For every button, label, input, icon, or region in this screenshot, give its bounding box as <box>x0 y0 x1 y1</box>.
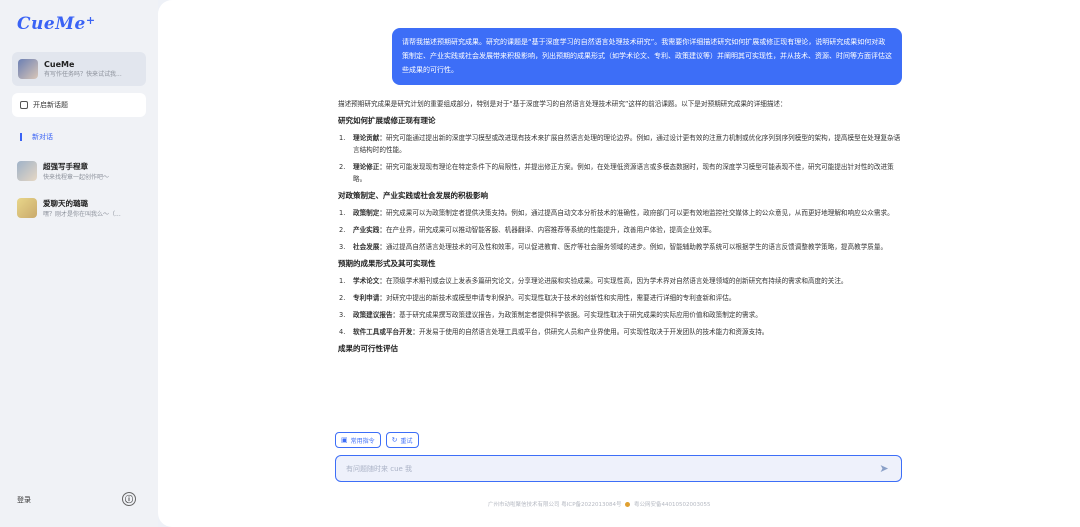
user-message: 请帮我描述预期研究成果。研究的课题是“基于深度学习的自然语言处理技术研究”。我需… <box>392 28 902 85</box>
avatar <box>18 59 38 79</box>
section-heading: 研究如何扩展或修正现有理论 <box>338 116 436 125</box>
new-chat-button[interactable]: 开启新话题 <box>12 93 146 117</box>
list-item: 2. 专利申请：对研究中提出的新技术或模型申请专利保护。可实现性取决于技术的创新性… <box>339 294 736 302</box>
send-icon[interactable]: ➤ <box>877 462 891 476</box>
new-chat-label: 开启新话题 <box>33 101 68 109</box>
footer: 广州市动啦聚信技术有限公司 粤ICP备2022013084号 粤公网安备4401… <box>488 500 711 508</box>
sidebar: CueMe+ CueMe 有写作任务吗？快来试试我... 开启新话题 新对话 超… <box>0 0 158 527</box>
section-heading: 预期的成果形式及其可实现性 <box>338 259 436 268</box>
list-item: 3. 政策建议报告：基于研究成果撰写政策建议报告，为政策制定者提供科学依据。可实现… <box>339 311 762 319</box>
new-chat-icon <box>20 101 28 109</box>
answer-intro: 描述预期研究成果是研究计划的重要组成部分，特别是对于“基于深度学习的自然语言处理… <box>338 100 787 108</box>
commands-icon: ▣ <box>341 436 348 444</box>
agent-item-writer[interactable]: 超强写手程章 快来找程章一起创作吧～ <box>17 159 147 183</box>
message-composer: ➤ <box>335 455 902 482</box>
agent-name: 超强写手程章 <box>43 162 88 171</box>
agent-subtitle: 快来找程章一起创作吧～ <box>43 174 110 181</box>
section-heading: 对政策制定、产业实践或社会发展的积极影响 <box>338 191 488 200</box>
refresh-icon: ↻ <box>391 436 398 444</box>
avatar <box>17 161 37 181</box>
icp-record[interactable]: 广州市动啦聚信技术有限公司 粤ICP备2022013084号 <box>488 502 622 508</box>
agent-name: 爱聊天的璐璐 <box>43 199 88 208</box>
avatar <box>17 198 37 218</box>
assistant-answer: 描述预期研究成果是研究计划的重要组成部分，特别是对于“基于深度学习的自然语言处理… <box>338 98 903 428</box>
list-item: 2. 产业实践：在产业界，研究成果可以推动智能客服、机器翻译、内容推荐等系统的性能… <box>339 226 716 234</box>
info-icon[interactable]: ⓘ <box>122 492 136 506</box>
main-panel: 请帮我描述预期研究成果。研究的课题是“基于深度学习的自然语言处理技术研究”。我需… <box>158 0 1080 527</box>
app-logo[interactable]: CueMe+ <box>17 14 96 34</box>
list-item: 2. 理论修正：研究可能发现现有理论在特定条件下的局限性，并提出修正方案。例如，在… <box>339 163 894 183</box>
login-link[interactable]: 登录 <box>17 495 31 505</box>
list-item: 3. 社会发展：通过提高自然语言处理技术的可及性和效率，可以促进教育、医疗等社会服… <box>339 243 888 251</box>
profile-card[interactable]: CueMe 有写作任务吗？快来试试我... <box>12 52 146 86</box>
list-item: 1. 学术论文：在顶级学术期刊或会议上发表多篇研究论文，分享理论进展和实验成果。可… <box>339 277 848 285</box>
active-indicator <box>20 133 22 141</box>
common-commands-button[interactable]: ▣ 常用指令 <box>335 432 381 448</box>
profile-subtitle: 有写作任务吗？快来试试我... <box>44 71 122 78</box>
list-item: 1. 理论贡献：研究可能通过提出新的深度学习模型或改进现有技术来扩展自然语言处理的… <box>339 134 901 154</box>
quick-actions: ▣ 常用指令 ↻ 重试 <box>335 432 419 448</box>
retry-button[interactable]: ↻ 重试 <box>385 432 419 448</box>
list-item: 4. 软件工具或平台开发：开发易于使用的自然语言处理工具或平台，供研究人员和产业界… <box>339 328 769 336</box>
list-item: 1. 政策制定：研究成果可以为政策制定者提供决策支持。例如，通过提高自动文本分析技… <box>339 209 894 217</box>
agent-subtitle: 嘿？刚才是你在叫我么～（... <box>43 211 121 218</box>
message-input[interactable] <box>346 464 877 473</box>
conversation-label: 新对话 <box>32 133 53 141</box>
conversation-item-current[interactable]: 新对话 <box>20 132 53 142</box>
police-record[interactable]: 粤公网安备44010502003055 <box>634 502 711 508</box>
profile-name: CueMe <box>44 60 75 69</box>
police-badge-icon <box>625 502 631 507</box>
section-heading: 成果的可行性评估 <box>338 344 398 353</box>
agent-item-chat[interactable]: 爱聊天的璐璐 嘿？刚才是你在叫我么～（... <box>17 196 147 220</box>
